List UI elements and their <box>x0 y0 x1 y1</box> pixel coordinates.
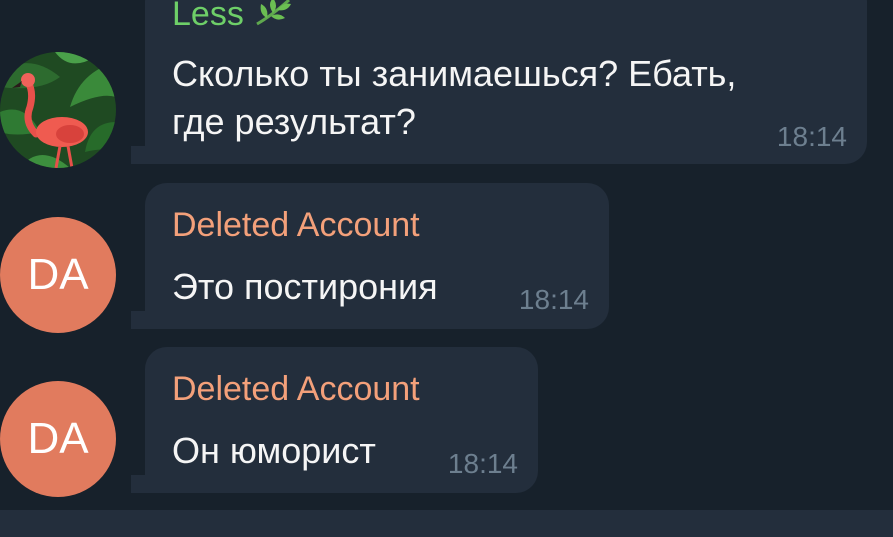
sender-name[interactable]: Deleted Account <box>172 369 420 409</box>
deleted-account-avatar[interactable]: DA <box>0 381 116 497</box>
message-bubble[interactable]: Deleted Account Это постирония 18:14 <box>131 183 609 329</box>
message-time: 18:14 <box>776 121 847 152</box>
avatar-initials: DA <box>27 414 89 463</box>
message-input-bar[interactable] <box>0 510 893 537</box>
message-text-line1: Сколько ты занимаешься? Ебать, <box>172 53 737 94</box>
message-time: 18:14 <box>447 448 518 479</box>
flamingo-avatar[interactable] <box>0 52 116 168</box>
bubble-tail <box>131 311 145 329</box>
message-bubble[interactable]: Less Сколько ты занимаешься? Ебать, где … <box>131 0 867 164</box>
message-text: Это постирония <box>172 266 438 307</box>
deleted-account-avatar[interactable]: DA <box>0 217 116 333</box>
avatar-initials: DA <box>27 250 89 299</box>
flamingo-avatar-image <box>0 52 116 168</box>
sender-name[interactable]: Deleted Account <box>172 205 420 245</box>
sender-name[interactable]: Less <box>172 0 293 37</box>
bubble-tail <box>131 146 145 164</box>
sender-name-text: Less <box>172 0 244 33</box>
chat-history[interactable]: Less Сколько ты занимаешься? Ебать, где … <box>0 0 893 510</box>
message-time: 18:14 <box>518 284 589 315</box>
message-text-line2: где результат? <box>172 101 416 142</box>
bubble-tail <box>131 475 145 493</box>
message-bubble[interactable]: Deleted Account Он юморист 18:14 <box>131 347 538 493</box>
leaf-emoji-icon <box>253 0 293 37</box>
message-text: Он юморист <box>172 430 376 471</box>
